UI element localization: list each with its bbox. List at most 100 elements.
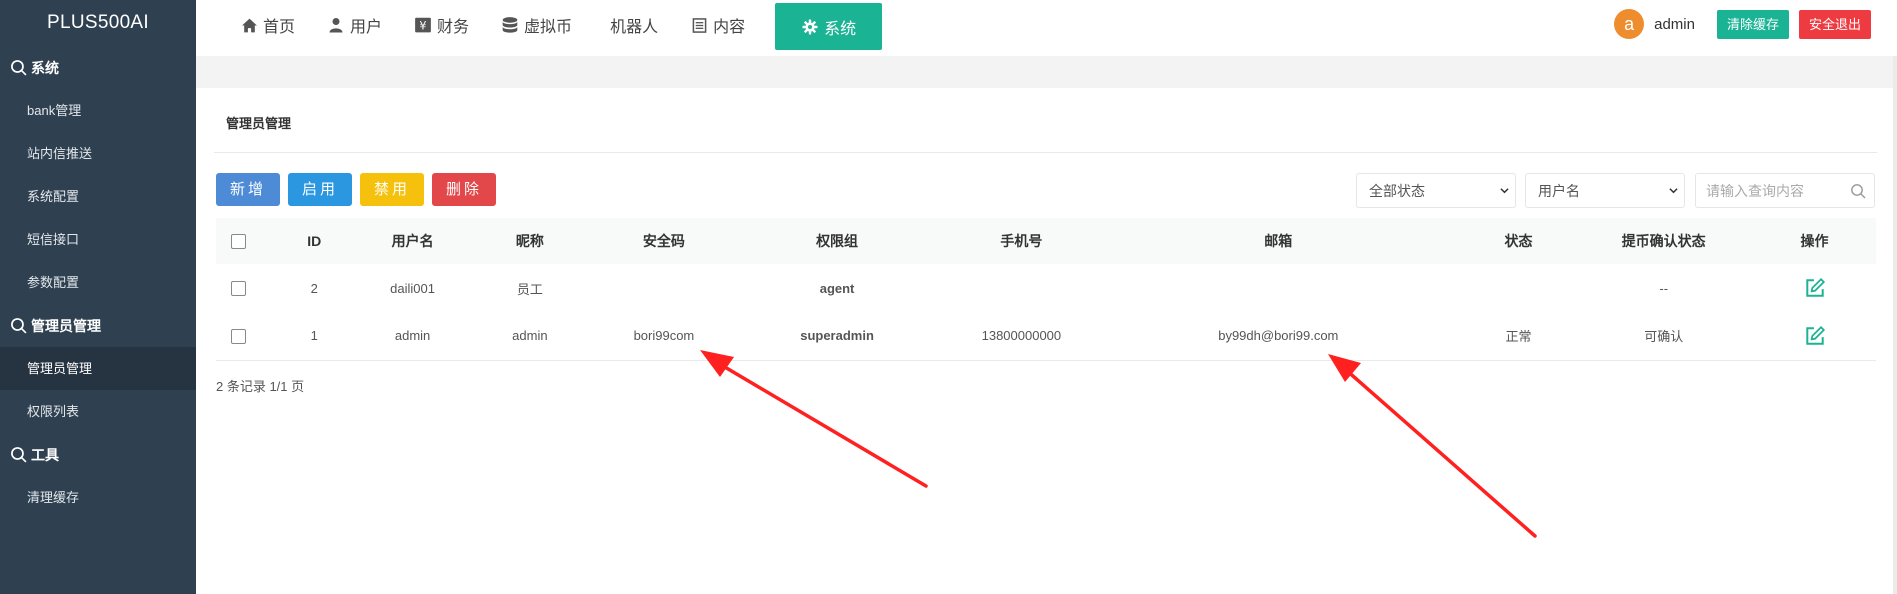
cell-role: agent [819, 280, 855, 296]
logout-button[interactable]: 安全退出 [1798, 9, 1871, 39]
cell-phone: 13800000000 [948, 312, 1094, 361]
cell-security-code: bori99com [602, 312, 726, 361]
edit-icon[interactable] [1804, 277, 1826, 299]
sidebar-item-permissions[interactable]: 权限列表 [0, 390, 196, 433]
col-header-phone[interactable]: 手机号 [948, 218, 1094, 264]
col-header-nickname[interactable]: 昵称 [457, 218, 603, 264]
scrollbar-track[interactable] [1893, 56, 1897, 594]
cell-ops [1753, 264, 1876, 312]
action-toolbar: 新增 启用 禁用 删除 [216, 173, 504, 206]
sidebar-item-sms[interactable]: 短信接口 [0, 218, 196, 261]
sidebar-item-bank[interactable]: bank管理 [0, 89, 196, 132]
cell-id: 2 [310, 280, 318, 296]
sidebar-group-label: 工具 [31, 446, 59, 463]
search-icon[interactable] [1850, 183, 1866, 199]
topnav-finance[interactable]: ¥ 财务 [398, 0, 485, 50]
svg-text:¥: ¥ [419, 20, 426, 33]
sidebar-item-params[interactable]: 参数配置 [0, 261, 196, 304]
select-all-checkbox[interactable] [230, 234, 246, 250]
sidebar-group-admin[interactable]: 管理员管理 [0, 304, 196, 347]
sidebar-item-system-config[interactable]: 系统配置 [0, 175, 196, 218]
cell-ops [1753, 312, 1876, 361]
topnav-users[interactable]: 用户 [311, 0, 398, 50]
topnav-label: 用户 [350, 19, 383, 36]
sidebar-item-clear-cache[interactable]: 清理缓存 [0, 476, 196, 519]
cell-security-code [602, 264, 725, 312]
topnav-label: 虚拟币 [524, 19, 573, 36]
edit-icon[interactable] [1804, 325, 1826, 347]
app-window: PLUS500AI 系统 bank管理 站内信推送 系统配置 短信接口 参数配置… [0, 0, 1897, 594]
table-row[interactable]: 2 daili001 员工 agent -- [216, 264, 1876, 312]
topnav-label: 财务 [437, 19, 470, 36]
sidebar: PLUS500AI 系统 bank管理 站内信推送 系统配置 短信接口 参数配置… [0, 0, 196, 594]
current-username[interactable]: admin [1654, 16, 1695, 33]
topnav-home[interactable]: 首页 [224, 0, 311, 50]
topnav-robot[interactable]: 机器人 [588, 0, 674, 50]
sidebar-group-system[interactable]: 系统 [0, 46, 196, 89]
cell-email [1094, 264, 1463, 312]
sidebar-group-label: 系统 [31, 59, 59, 76]
field-select[interactable]: 用户名 [1525, 173, 1685, 208]
cell-username: admin [367, 312, 458, 361]
sidebar-item-message-push[interactable]: 站内信推送 [0, 132, 196, 175]
cell-confirm-status: 可确认 [1574, 312, 1754, 361]
col-header-ops: 操作 [1753, 218, 1876, 264]
cell-confirm-status: -- [1659, 280, 1669, 296]
chevron-down-icon [1669, 188, 1678, 194]
topnav-label: 系统 [824, 20, 857, 38]
col-header-security-code[interactable]: 安全码 [602, 218, 726, 264]
field-select-value: 用户名 [1538, 182, 1580, 199]
topnav-label: 内容 [713, 19, 746, 36]
sidebar-item-admin-manage[interactable]: 管理员管理 [0, 347, 196, 390]
col-header-confirm-status[interactable]: 提币确认状态 [1574, 218, 1754, 264]
delete-button[interactable]: 删除 [432, 173, 497, 206]
enable-button[interactable]: 启用 [288, 173, 353, 206]
sidebar-group-tools[interactable]: 工具 [0, 433, 196, 476]
cell-email: by99dh@bori99.com [1093, 312, 1463, 361]
avatar[interactable]: a [1614, 9, 1645, 39]
cell-phone [949, 264, 1094, 312]
user-area: a admin 清除缓存 安全退出 [1614, 9, 1871, 39]
col-header-role[interactable]: 权限组 [725, 218, 949, 264]
content-top-band [196, 56, 1897, 88]
cell-id: 1 [260, 312, 368, 361]
col-header-status[interactable]: 状态 [1462, 218, 1575, 264]
topnav-label: 首页 [263, 19, 296, 36]
search-icon [11, 447, 27, 463]
search-icon [11, 60, 27, 76]
user-icon [327, 16, 345, 34]
topnav-content[interactable]: 内容 [674, 0, 761, 50]
finance-icon: ¥ [414, 16, 432, 34]
main-content: 管理员管理 新增 启用 禁用 删除 全部状态 用户名 请输入查询内容 ID 用户… [196, 88, 1893, 594]
home-icon [240, 16, 258, 34]
col-header-email[interactable]: 邮箱 [1093, 218, 1463, 264]
col-header-id[interactable]: ID [260, 218, 368, 264]
cell-status [1463, 264, 1575, 312]
col-header-username[interactable]: 用户名 [367, 218, 458, 264]
top-nav: 首页 用户 ¥ 财务 虚拟币 机器人 内容 系统 [224, 0, 883, 50]
search-icon [11, 318, 27, 334]
search-box [1695, 173, 1875, 208]
filter-bar: 全部状态 用户名 [1347, 173, 1875, 208]
cell-role: superadmin [725, 312, 949, 361]
document-icon [690, 16, 708, 34]
topnav-label: 机器人 [610, 19, 659, 36]
gear-icon [801, 18, 819, 36]
search-input[interactable] [1696, 174, 1846, 207]
disable-button[interactable]: 禁用 [360, 173, 425, 206]
row-select-cell [216, 312, 261, 361]
topnav-system[interactable]: 系统 [775, 3, 883, 50]
brand-logo[interactable]: PLUS500AI [0, 0, 196, 46]
sidebar-group-label: 管理员管理 [31, 317, 101, 334]
add-button[interactable]: 新增 [216, 173, 281, 206]
row-checkbox[interactable] [230, 281, 246, 297]
cell-username: daili001 [390, 280, 435, 296]
status-select[interactable]: 全部状态 [1356, 173, 1516, 208]
topnav-crypto[interactable]: 虚拟币 [485, 0, 588, 50]
cell-nickname: 员工 [516, 281, 543, 297]
table-row[interactable]: 1 admin admin bori99com superadmin 13800… [216, 312, 1876, 361]
row-checkbox[interactable] [230, 328, 246, 344]
title-divider [214, 152, 1877, 153]
clear-cache-button[interactable]: 清除缓存 [1716, 9, 1789, 39]
admin-table: ID 用户名 昵称 安全码 权限组 手机号 邮箱 状态 提币确认状态 操作 2 … [216, 218, 1876, 361]
